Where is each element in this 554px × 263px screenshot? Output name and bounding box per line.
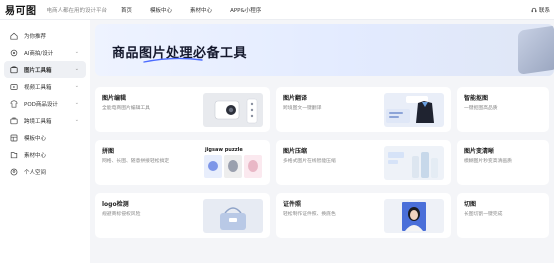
card-title: 图片压缩 bbox=[283, 148, 308, 155]
logo-text: 易可图 bbox=[5, 6, 37, 17]
jacket-thumbnail bbox=[384, 93, 444, 127]
sidebar-item-label: 跨境工具箱 bbox=[24, 118, 52, 125]
material-icon bbox=[9, 150, 18, 159]
chevron-down-icon: ⌄ bbox=[74, 117, 79, 123]
card-desc: 轻松制作证件照、换底色 bbox=[283, 212, 336, 217]
home-icon bbox=[9, 31, 18, 40]
bottles-thumbnail bbox=[384, 146, 444, 180]
sidebar-item-label: 模板中心 bbox=[24, 135, 47, 142]
tool-card-id-photo[interactable]: 证件照 轻松制作证件照、换底色 bbox=[276, 193, 451, 238]
image-toolbox-icon bbox=[9, 65, 18, 74]
user-icon bbox=[9, 167, 18, 176]
tool-card-image-edit[interactable]: 图片编辑 全能电商图片编辑工具 bbox=[95, 87, 270, 132]
template-icon bbox=[9, 133, 18, 142]
card-desc: 一键抠图高品质 bbox=[464, 106, 498, 111]
slogan: 电商人都在用的设计平台 bbox=[46, 7, 108, 14]
top-bar: 易可图 电商人都在用的设计平台 首页 模板中心 素材中心 APP&小程序 联系 bbox=[0, 0, 554, 20]
sidebar-item-video-toolbox[interactable]: 视频工具箱 ⌄ bbox=[0, 78, 90, 95]
sidebar-item-label: POD商品设计 bbox=[24, 101, 58, 108]
sidebar-item-templates[interactable]: 模板中心 bbox=[0, 129, 90, 146]
crossborder-icon bbox=[9, 116, 18, 125]
sidebar-item-label: 视频工具箱 bbox=[24, 84, 52, 91]
card-desc: 跨境图文一键翻译 bbox=[283, 106, 322, 111]
banner-decoration bbox=[518, 25, 554, 75]
top-nav: 首页 模板中心 素材中心 APP&小程序 bbox=[121, 6, 279, 14]
chevron-down-icon: ⌄ bbox=[74, 66, 79, 72]
card-desc: 规避商标侵权风险 bbox=[102, 212, 141, 217]
sidebar-item-label: 图片工具箱 bbox=[24, 67, 52, 74]
tool-card-collage[interactable]: 拼图 网格、长图、随意拼接轻松搞定 jigsaw puzzle bbox=[95, 140, 270, 185]
card-title: 切图 bbox=[464, 201, 477, 208]
sidebar-item-label: 素材中心 bbox=[24, 152, 47, 159]
banner-underline-swoosh bbox=[143, 57, 203, 63]
tool-card-logo-detect[interactable]: logo检测 规避商标侵权风险 bbox=[95, 193, 270, 238]
sidebar-item-pod-design[interactable]: POD商品设计 ⌄ bbox=[0, 95, 90, 112]
sidebar-item-personal-space[interactable]: 个人空间 bbox=[0, 163, 90, 180]
tool-card-smart-cutout[interactable]: 智能抠图 一键抠图高品质 bbox=[457, 87, 549, 132]
tool-card-image-translate[interactable]: 图片翻译 跨境图文一键翻译 bbox=[276, 87, 451, 132]
hero-banner: 商品图片处理必备工具 bbox=[95, 24, 554, 76]
sidebar-item-label: AI商拍/设计 bbox=[24, 50, 54, 57]
sidebar-item-crossborder[interactable]: 跨境工具箱 ⌄ bbox=[0, 112, 90, 129]
chevron-down-icon: ⌄ bbox=[74, 83, 79, 89]
chevron-down-icon: ⌄ bbox=[74, 49, 79, 55]
contact-button[interactable]: 联系 bbox=[531, 6, 550, 14]
sidebar-item-label: 为你推荐 bbox=[24, 33, 47, 40]
card-desc: 长图切割一键完成 bbox=[464, 212, 503, 217]
card-title: 图片变清晰 bbox=[464, 148, 495, 155]
card-desc: 模糊图片秒变高清画质 bbox=[464, 159, 512, 164]
tool-card-slice[interactable]: 切图 长图切割一键完成 bbox=[457, 193, 549, 238]
ai-design-icon bbox=[9, 48, 18, 57]
sidebar-item-label: 个人空间 bbox=[24, 169, 47, 176]
sidebar-item-ai-design[interactable]: AI商拍/设计 ⌄ bbox=[0, 44, 90, 61]
card-desc: 全能电商图片编辑工具 bbox=[102, 106, 150, 111]
card-desc: 多格式图片在线智能压缩 bbox=[283, 159, 336, 164]
sidebar-item-image-toolbox[interactable]: 图片工具箱 ⌄ bbox=[4, 61, 86, 78]
card-title: 智能抠图 bbox=[464, 95, 489, 102]
card-title: 图片编辑 bbox=[102, 95, 127, 102]
nav-materials[interactable]: 素材中心 bbox=[190, 6, 212, 14]
contact-label: 联系 bbox=[538, 8, 550, 14]
card-title: 证件照 bbox=[283, 201, 302, 208]
site-logo[interactable]: 易可图 bbox=[5, 2, 37, 17]
main-content: 商品图片处理必备工具 bbox=[95, 24, 554, 76]
handbag-thumbnail bbox=[203, 199, 263, 233]
nav-templates[interactable]: 模板中心 bbox=[150, 6, 172, 14]
projector-thumbnail bbox=[203, 93, 263, 127]
tool-card-enhance[interactable]: 图片变清晰 模糊图片秒变高清画质 bbox=[457, 140, 549, 185]
card-title: 拼图 bbox=[102, 148, 115, 155]
card-title: 图片翻译 bbox=[283, 95, 308, 102]
chevron-down-icon: ⌄ bbox=[74, 100, 79, 106]
portrait-thumbnail bbox=[384, 199, 444, 233]
sidebar-item-recommend[interactable]: 为你推荐 bbox=[0, 27, 90, 44]
collage-thumbnail: jigsaw puzzle bbox=[203, 146, 263, 180]
pod-icon bbox=[9, 99, 18, 108]
nav-app[interactable]: APP&小程序 bbox=[230, 6, 261, 14]
card-desc: 网格、长图、随意拼接轻松搞定 bbox=[102, 159, 170, 164]
nav-home[interactable]: 首页 bbox=[121, 6, 132, 14]
video-toolbox-icon bbox=[9, 82, 18, 91]
tool-card-image-compress[interactable]: 图片压缩 多格式图片在线智能压缩 bbox=[276, 140, 451, 185]
headset-icon bbox=[531, 7, 537, 13]
sidebar-item-materials[interactable]: 素材中心 bbox=[0, 146, 90, 163]
card-title: logo检测 bbox=[102, 201, 129, 208]
sidebar: 为你推荐 AI商拍/设计 ⌄ 图片工具箱 ⌄ 视频工具箱 ⌄ POD商品设计 ⌄… bbox=[0, 20, 90, 263]
